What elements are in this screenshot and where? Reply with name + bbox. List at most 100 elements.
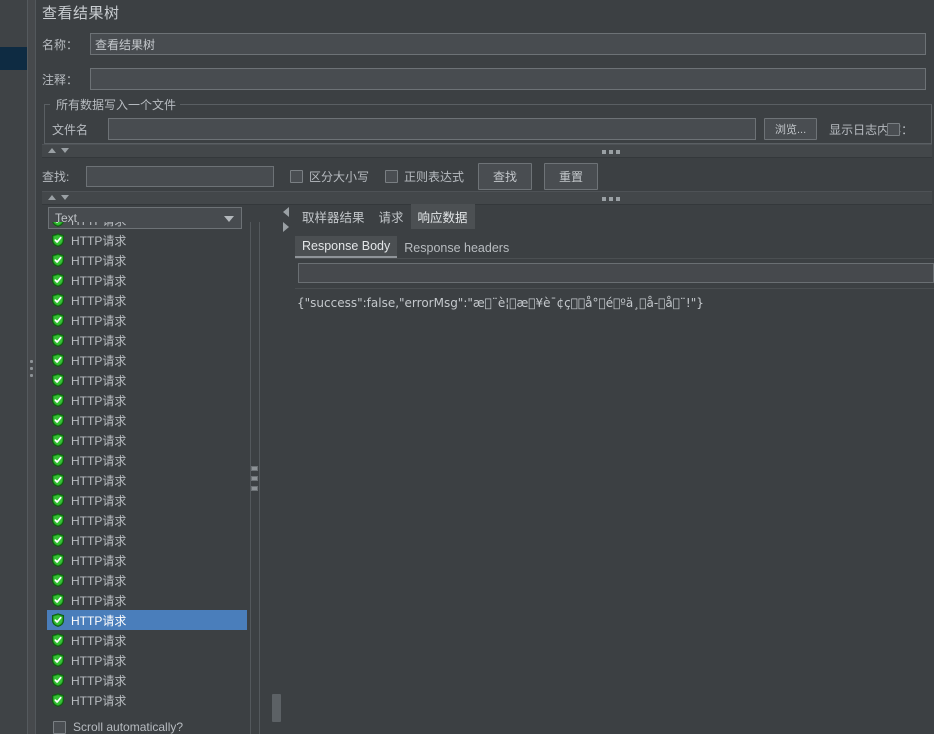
tab-2[interactable]: 请求 — [372, 204, 411, 229]
left-strip-selected-item[interactable] — [0, 47, 27, 70]
comment-label: 注释： — [42, 72, 79, 87]
name-label: 名称： — [42, 37, 79, 52]
subtab-1[interactable]: Response Body — [295, 236, 398, 258]
tree-node[interactable]: HTTP请求 — [47, 650, 247, 670]
tree-node-label: HTTP请求 — [71, 222, 126, 229]
reset-button[interactable]: 重置 — [544, 163, 599, 190]
tree-node[interactable]: HTTP请求 — [47, 430, 247, 450]
shield-success-icon — [51, 613, 65, 627]
log-content-label: 显示日志内容： — [829, 122, 914, 137]
tree-node[interactable]: HTTP请求 — [47, 690, 247, 710]
shield-success-icon — [51, 353, 65, 367]
scroll-automatically-row[interactable]: Scroll automatically? — [53, 720, 183, 734]
browse-button[interactable]: 浏览... — [764, 118, 818, 140]
tree-node[interactable]: HTTP请求 — [47, 222, 247, 230]
tree-node-label: HTTP请求 — [71, 633, 127, 648]
response-find-input[interactable] — [298, 263, 934, 283]
tree-node[interactable]: HTTP请求 — [47, 290, 247, 310]
shield-success-icon — [51, 653, 65, 667]
left-edge-strip — [0, 0, 27, 734]
tree-node[interactable]: HTTP请求 — [47, 410, 247, 430]
main-panel: 查看结果树 名称： 注释： 所有数据写入一个文件 文件名 浏览... 显示日志内… — [36, 0, 934, 734]
response-body-text: {"success":false,"errorMsg":"æ ¨è¦ æ ¥è¯… — [297, 296, 704, 310]
tree-node-label: HTTP请求 — [71, 233, 127, 248]
shield-success-icon — [51, 253, 65, 267]
shield-success-icon — [51, 513, 65, 527]
tree-node-label: HTTP请求 — [71, 513, 127, 528]
tree-node[interactable]: HTTP请求 — [47, 230, 247, 250]
tree-node-label: HTTP请求 — [71, 473, 127, 488]
tree-node[interactable]: HTTP请求 — [47, 470, 247, 490]
subtab-2[interactable]: Response headers — [397, 238, 516, 258]
tree-node[interactable]: HTTP请求 — [47, 590, 247, 610]
tree-node-label: HTTP请求 — [71, 553, 127, 568]
collapse-up-icon-2[interactable] — [48, 195, 56, 200]
comment-input[interactable] — [90, 68, 926, 90]
tree-node-label: HTTP请求 — [71, 293, 127, 308]
results-tree[interactable]: HTTP请求 HTTP请求 HTTP请求 HTTP请求 HTTP请求 HTTP请求 HTTP… — [47, 222, 247, 710]
tree-node[interactable]: HTTP请求 — [47, 530, 247, 550]
tree-node-label: HTTP请求 — [71, 273, 127, 288]
response-subtabs[interactable]: Response Body Response headers — [295, 236, 516, 258]
regex-label: 正则表达式 — [404, 170, 465, 184]
tree-node[interactable]: HTTP请求 — [47, 370, 247, 390]
tree-node[interactable]: HTTP请求 — [47, 490, 247, 510]
comment-row: 注释： — [42, 68, 926, 90]
name-input[interactable] — [90, 33, 926, 55]
tree-node-label: HTTP请求 — [71, 373, 127, 388]
collapse-down-icon-2[interactable] — [61, 195, 69, 200]
collapse-down-icon[interactable] — [61, 148, 69, 153]
tree-node[interactable]: HTTP请求 — [47, 310, 247, 330]
case-sensitive-label: 区分大小写 — [309, 170, 370, 184]
tree-node[interactable]: HTTP请求 — [47, 570, 247, 590]
tab-1[interactable]: 取样器结果 — [295, 204, 372, 229]
shield-success-icon — [51, 393, 65, 407]
shield-success-icon — [51, 493, 65, 507]
collapse-up-icon[interactable] — [48, 148, 56, 153]
case-sensitive-option[interactable]: 区分大小写 — [290, 168, 369, 185]
left-splitter-handle[interactable] — [30, 360, 33, 379]
tree-node[interactable]: HTTP请求 — [47, 550, 247, 570]
groupbox-title: 所有数据写入一个文件 — [52, 96, 181, 113]
filename-input[interactable] — [108, 118, 756, 140]
tree-node[interactable]: HTTP请求 — [47, 450, 247, 470]
search-input[interactable] — [86, 166, 274, 187]
tree-node[interactable]: HTTP请求 — [47, 250, 247, 270]
find-button[interactable]: 查找 — [478, 163, 533, 190]
shield-success-icon — [51, 313, 65, 327]
splitter-collapse-arrows-2[interactable] — [48, 195, 69, 200]
tree-node[interactable]: HTTP请求 — [47, 630, 247, 650]
tree-node[interactable]: HTTP请求 — [47, 350, 247, 370]
tree-node-label: HTTP请求 — [71, 593, 127, 608]
regex-checkbox[interactable] — [385, 170, 399, 183]
results-tree-panel[interactable]: HTTP请求 HTTP请求 HTTP请求 HTTP请求 HTTP请求 HTTP请求 HTTP… — [47, 222, 247, 712]
shield-success-icon — [51, 693, 65, 707]
shield-success-icon — [51, 222, 65, 227]
scroll-automatically-checkbox[interactable] — [53, 720, 66, 734]
tree-node[interactable]: HTTP请求 — [47, 390, 247, 410]
tree-node[interactable]: HTTP请求 — [47, 330, 247, 350]
tab-3[interactable]: 响应数据 — [410, 204, 475, 229]
shield-success-icon — [51, 633, 65, 647]
page-title: 查看结果树 — [42, 5, 120, 22]
tree-node-label: HTTP请求 — [71, 253, 127, 268]
log-content-checkbox[interactable] — [887, 122, 901, 136]
shield-success-icon — [51, 293, 65, 307]
regex-option[interactable]: 正则表达式 — [385, 168, 464, 185]
splitter-grip-dots[interactable] — [602, 150, 620, 154]
case-sensitive-checkbox[interactable] — [290, 170, 303, 183]
shield-success-icon — [51, 533, 65, 547]
tree-node[interactable]: HTTP请求 — [47, 510, 247, 530]
tree-node[interactable]: HTTP请求 — [47, 610, 247, 630]
tree-node[interactable]: HTTP请求 — [47, 670, 247, 690]
result-tabs[interactable]: 取样器结果 请求 响应数据 — [295, 204, 475, 229]
shield-success-icon — [51, 373, 65, 387]
shield-success-icon — [51, 553, 65, 567]
right-pane: 取样器结果 请求 响应数据 Response Body Response header… — [256, 200, 934, 734]
subtab-underline — [295, 258, 934, 259]
tree-node-label: HTTP请求 — [71, 313, 127, 328]
shield-success-icon — [51, 233, 65, 247]
splitter-bar-top[interactable] — [42, 144, 932, 158]
splitter-collapse-arrows[interactable] — [48, 148, 69, 153]
tree-node[interactable]: HTTP请求 — [47, 270, 247, 290]
